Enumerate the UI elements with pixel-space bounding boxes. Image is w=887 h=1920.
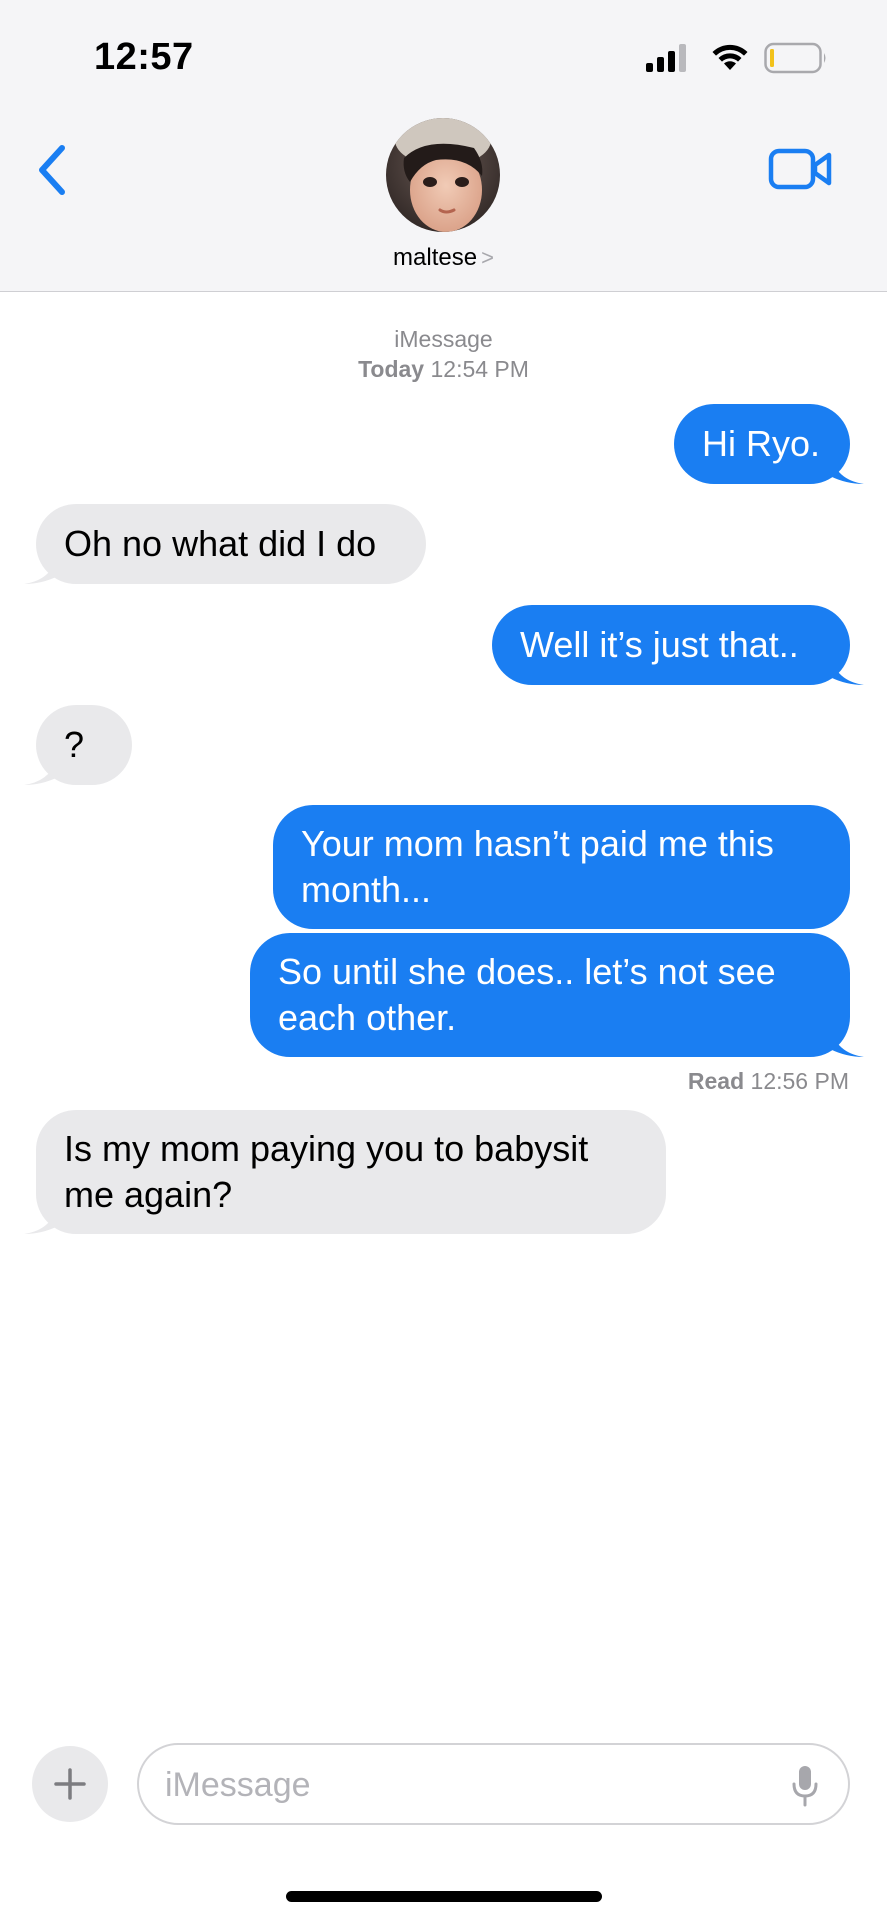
message-text: Your mom hasn’t paid me this month... bbox=[301, 823, 774, 910]
message-text: Hi Ryo. bbox=[702, 423, 821, 464]
contact-photo bbox=[386, 118, 500, 232]
home-indicator[interactable] bbox=[286, 1891, 602, 1902]
contact-name: maltese bbox=[393, 244, 478, 271]
read-label: Read bbox=[687, 1068, 745, 1094]
read-receipt: Read 12:56 PM bbox=[688, 1068, 849, 1095]
plus-icon bbox=[54, 1768, 86, 1800]
chevron-left-icon bbox=[39, 145, 65, 195]
bubble-tail bbox=[830, 655, 864, 685]
facetime-video-button[interactable] bbox=[768, 148, 834, 190]
contact-avatar[interactable] bbox=[386, 118, 500, 232]
bubble-tail bbox=[24, 755, 58, 785]
message-bubble-outgoing[interactable]: Well it’s just that.. bbox=[492, 605, 850, 685]
message-text: Oh no what did I do bbox=[64, 523, 377, 564]
message-input[interactable] bbox=[165, 1759, 765, 1811]
message-text: Is my mom paying you to babysit me again… bbox=[64, 1128, 589, 1215]
message-bubble-outgoing[interactable]: Your mom hasn’t paid me this month... bbox=[273, 805, 850, 929]
bubble-tail bbox=[830, 454, 864, 484]
add-attachment-button[interactable] bbox=[32, 1746, 108, 1822]
cellular-signal-icon bbox=[646, 44, 686, 72]
date-time: 12:54 PM bbox=[430, 356, 529, 382]
message-text: So until she does.. let’s not see each o… bbox=[278, 951, 776, 1038]
conversation-header: 12:57 maltese > bbox=[0, 0, 887, 292]
dictation-button[interactable] bbox=[792, 1765, 818, 1807]
wifi-icon bbox=[712, 44, 748, 70]
status-bar-time: 12:57 bbox=[94, 36, 194, 78]
video-camera-icon bbox=[768, 148, 832, 190]
read-time: 12:56 PM bbox=[750, 1068, 849, 1094]
bubble-tail bbox=[830, 1027, 864, 1057]
battery-icon bbox=[764, 42, 826, 74]
contact-name-button[interactable]: maltese > bbox=[0, 244, 887, 272]
message-bubble-incoming[interactable]: Is my mom paying you to babysit me again… bbox=[36, 1110, 666, 1234]
message-text: Well it’s just that.. bbox=[520, 624, 799, 665]
message-bubble-incoming[interactable]: Oh no what did I do bbox=[36, 504, 426, 584]
microphone-icon bbox=[792, 1766, 818, 1807]
service-label: iMessage bbox=[394, 326, 493, 352]
date-label: Today bbox=[358, 356, 425, 382]
back-button[interactable] bbox=[34, 140, 74, 200]
bubble-tail bbox=[24, 554, 58, 584]
message-input-container[interactable] bbox=[137, 1743, 850, 1825]
bubble-tail bbox=[24, 1204, 58, 1234]
message-bubble-outgoing[interactable]: So until she does.. let’s not see each o… bbox=[250, 933, 850, 1057]
message-text: ? bbox=[64, 724, 85, 765]
message-bubble-outgoing[interactable]: Hi Ryo. bbox=[674, 404, 850, 484]
conversation-timestamp: iMessage Today 12:54 PM bbox=[0, 324, 887, 384]
chevron-right-icon: > bbox=[481, 245, 494, 270]
